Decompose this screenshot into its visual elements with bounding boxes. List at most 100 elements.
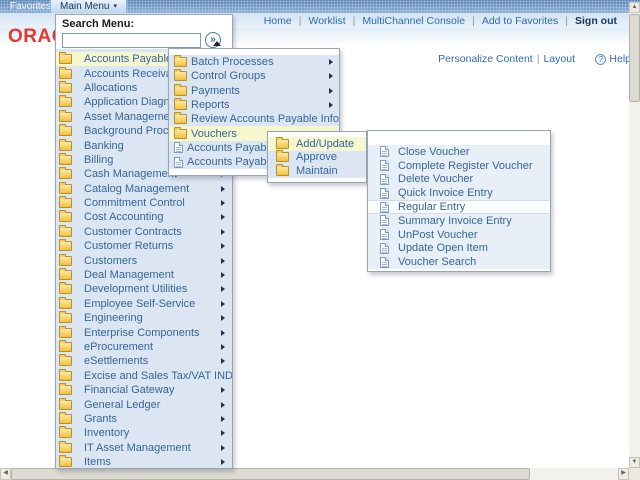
menu-item[interactable]: Catalog Management — [56, 182, 232, 196]
scroll-left-arrow-icon[interactable]: ◀ — [0, 468, 11, 480]
vertical-scrollbar[interactable]: ▲ ▼ — [629, 2, 640, 468]
submenu-arrow-icon — [221, 214, 225, 220]
main-menu-tab[interactable]: Main Menu ▾ — [50, 0, 127, 13]
folder-icon — [59, 126, 72, 136]
folder-icon — [174, 86, 187, 96]
menu-item[interactable]: Commitment Control — [56, 196, 232, 210]
menu-item[interactable]: IT Asset Management — [56, 441, 232, 455]
menu-item[interactable]: Complete Register Voucher — [368, 159, 550, 173]
layout-link[interactable]: Layout — [543, 53, 575, 65]
header-link[interactable]: | — [565, 15, 568, 27]
submenu-arrow-icon — [221, 402, 225, 408]
folder-icon — [59, 227, 72, 237]
folder-icon — [59, 54, 72, 64]
submenu-arrow-icon — [221, 258, 225, 264]
menu-item[interactable]: Summary Invoice Entry — [368, 214, 550, 228]
header-link[interactable]: Worklist — [308, 15, 345, 27]
top-navigation-bar: Favorites ▾ Main Menu ▾ — [0, 0, 640, 13]
folder-icon — [59, 443, 72, 453]
menu-item[interactable]: Customers — [56, 253, 232, 267]
header-links: Home | Worklist | MultiChannel Console | Add t… — [264, 15, 575, 27]
folder-icon — [174, 57, 187, 67]
menu-item[interactable]: Employee Self-Service — [56, 297, 232, 311]
horizontal-scrollbar-thumb[interactable] — [11, 468, 530, 480]
sign-out-link[interactable]: Sign out — [575, 15, 617, 27]
chevron-down-icon: ▾ — [113, 3, 117, 10]
menu-item[interactable]: Development Utilities — [56, 282, 232, 296]
search-input[interactable] — [62, 33, 201, 48]
header-link[interactable]: | — [472, 15, 475, 27]
menu-item[interactable]: Deal Management — [56, 268, 232, 282]
horizontal-scrollbar[interactable]: ◀ ▶ — [0, 468, 629, 480]
submenu-arrow-icon — [329, 102, 333, 108]
menu-item[interactable]: Excise and Sales Tax/VAT IND — [56, 369, 232, 383]
submenu-arrow-icon — [221, 459, 225, 465]
scroll-up-arrow-icon[interactable]: ▲ — [629, 2, 640, 13]
add-update-menu-list: Close Voucher Complete Register Voucher … — [368, 145, 550, 269]
menu-item[interactable]: Voucher Search — [368, 255, 550, 269]
menu-item[interactable]: Review Accounts Payable Info — [169, 112, 339, 126]
folder-icon — [59, 313, 72, 323]
menu-item[interactable]: Customer Contracts — [56, 225, 232, 239]
folder-icon — [174, 100, 187, 110]
menu-item[interactable]: Regular Entry — [368, 200, 550, 214]
submenu-arrow-icon — [221, 243, 225, 249]
menu-item[interactable]: Batch Processes — [169, 55, 339, 69]
menu-item[interactable]: Maintain — [268, 164, 366, 178]
document-icon — [380, 174, 389, 185]
menu-item[interactable]: Cost Accounting — [56, 210, 232, 224]
folder-icon — [59, 83, 72, 93]
menu-item[interactable]: eSettlements — [56, 354, 232, 368]
menu-item[interactable]: Approve — [268, 151, 366, 165]
vouchers-menu-list: Add/Update Approve Maintain — [268, 137, 366, 178]
vertical-scrollbar-thumb[interactable] — [629, 14, 640, 102]
submenu-arrow-icon — [329, 88, 333, 94]
menu-item[interactable]: Control Groups — [169, 69, 339, 83]
scroll-right-arrow-icon[interactable]: ▶ — [618, 468, 629, 480]
header-link[interactable]: Home — [264, 15, 292, 27]
submenu-arrow-icon — [221, 358, 225, 364]
menu-item[interactable]: Delete Voucher — [368, 173, 550, 187]
document-icon — [380, 243, 389, 254]
header-link[interactable]: Add to Favorites — [482, 15, 558, 27]
menu-item[interactable]: Customer Returns — [56, 239, 232, 253]
personalize-content-link[interactable]: Personalize Content — [438, 53, 533, 65]
menu-item[interactable]: eProcurement — [56, 340, 232, 354]
header-link[interactable]: | — [353, 15, 356, 27]
help-question-icon: ? — [595, 54, 606, 65]
menu-item[interactable]: Enterprise Components — [56, 325, 232, 339]
menu-item[interactable]: Engineering — [56, 311, 232, 325]
scroll-down-arrow-icon[interactable]: ▼ — [629, 457, 640, 468]
collapse-menu-arrow-icon[interactable] — [213, 41, 221, 46]
submenu-arrow-icon — [221, 416, 225, 422]
vouchers-submenu-panel: Add/Update Approve Maintain — [267, 131, 367, 183]
menu-item[interactable]: Financial Gateway — [56, 383, 232, 397]
folder-icon — [174, 114, 187, 124]
submenu-arrow-icon — [221, 315, 225, 321]
document-icon — [380, 229, 389, 240]
folder-icon — [59, 371, 72, 381]
folder-icon — [276, 139, 289, 149]
menu-item[interactable]: Inventory — [56, 426, 232, 440]
scrollbar-corner — [629, 468, 640, 480]
application-window: Favorites ▾ Main Menu ▾ Home | Worklist | Mu… — [0, 0, 640, 480]
menu-item[interactable]: Items — [56, 455, 232, 469]
menu-item[interactable]: General Ledger — [56, 397, 232, 411]
header-link[interactable]: | — [299, 15, 302, 27]
menu-item[interactable]: Close Voucher — [368, 145, 550, 159]
menu-item[interactable]: Payments — [169, 84, 339, 98]
menu-item[interactable]: Update Open Item — [368, 242, 550, 256]
menu-item[interactable]: UnPost Voucher — [368, 228, 550, 242]
submenu-arrow-icon — [221, 344, 225, 350]
menu-item[interactable]: Quick Invoice Entry — [368, 186, 550, 200]
folder-icon — [59, 184, 72, 194]
submenu-arrow-icon — [339, 116, 340, 122]
menu-item[interactable]: Add/Update — [268, 137, 366, 151]
folder-icon — [59, 284, 72, 294]
menu-item[interactable]: Grants — [56, 412, 232, 426]
submenu-arrow-icon — [221, 186, 225, 192]
help-link[interactable]: ? Help — [595, 53, 631, 65]
submenu-arrow-icon — [329, 59, 333, 65]
menu-item[interactable]: Reports — [169, 98, 339, 112]
header-link[interactable]: MultiChannel Console — [362, 15, 465, 27]
